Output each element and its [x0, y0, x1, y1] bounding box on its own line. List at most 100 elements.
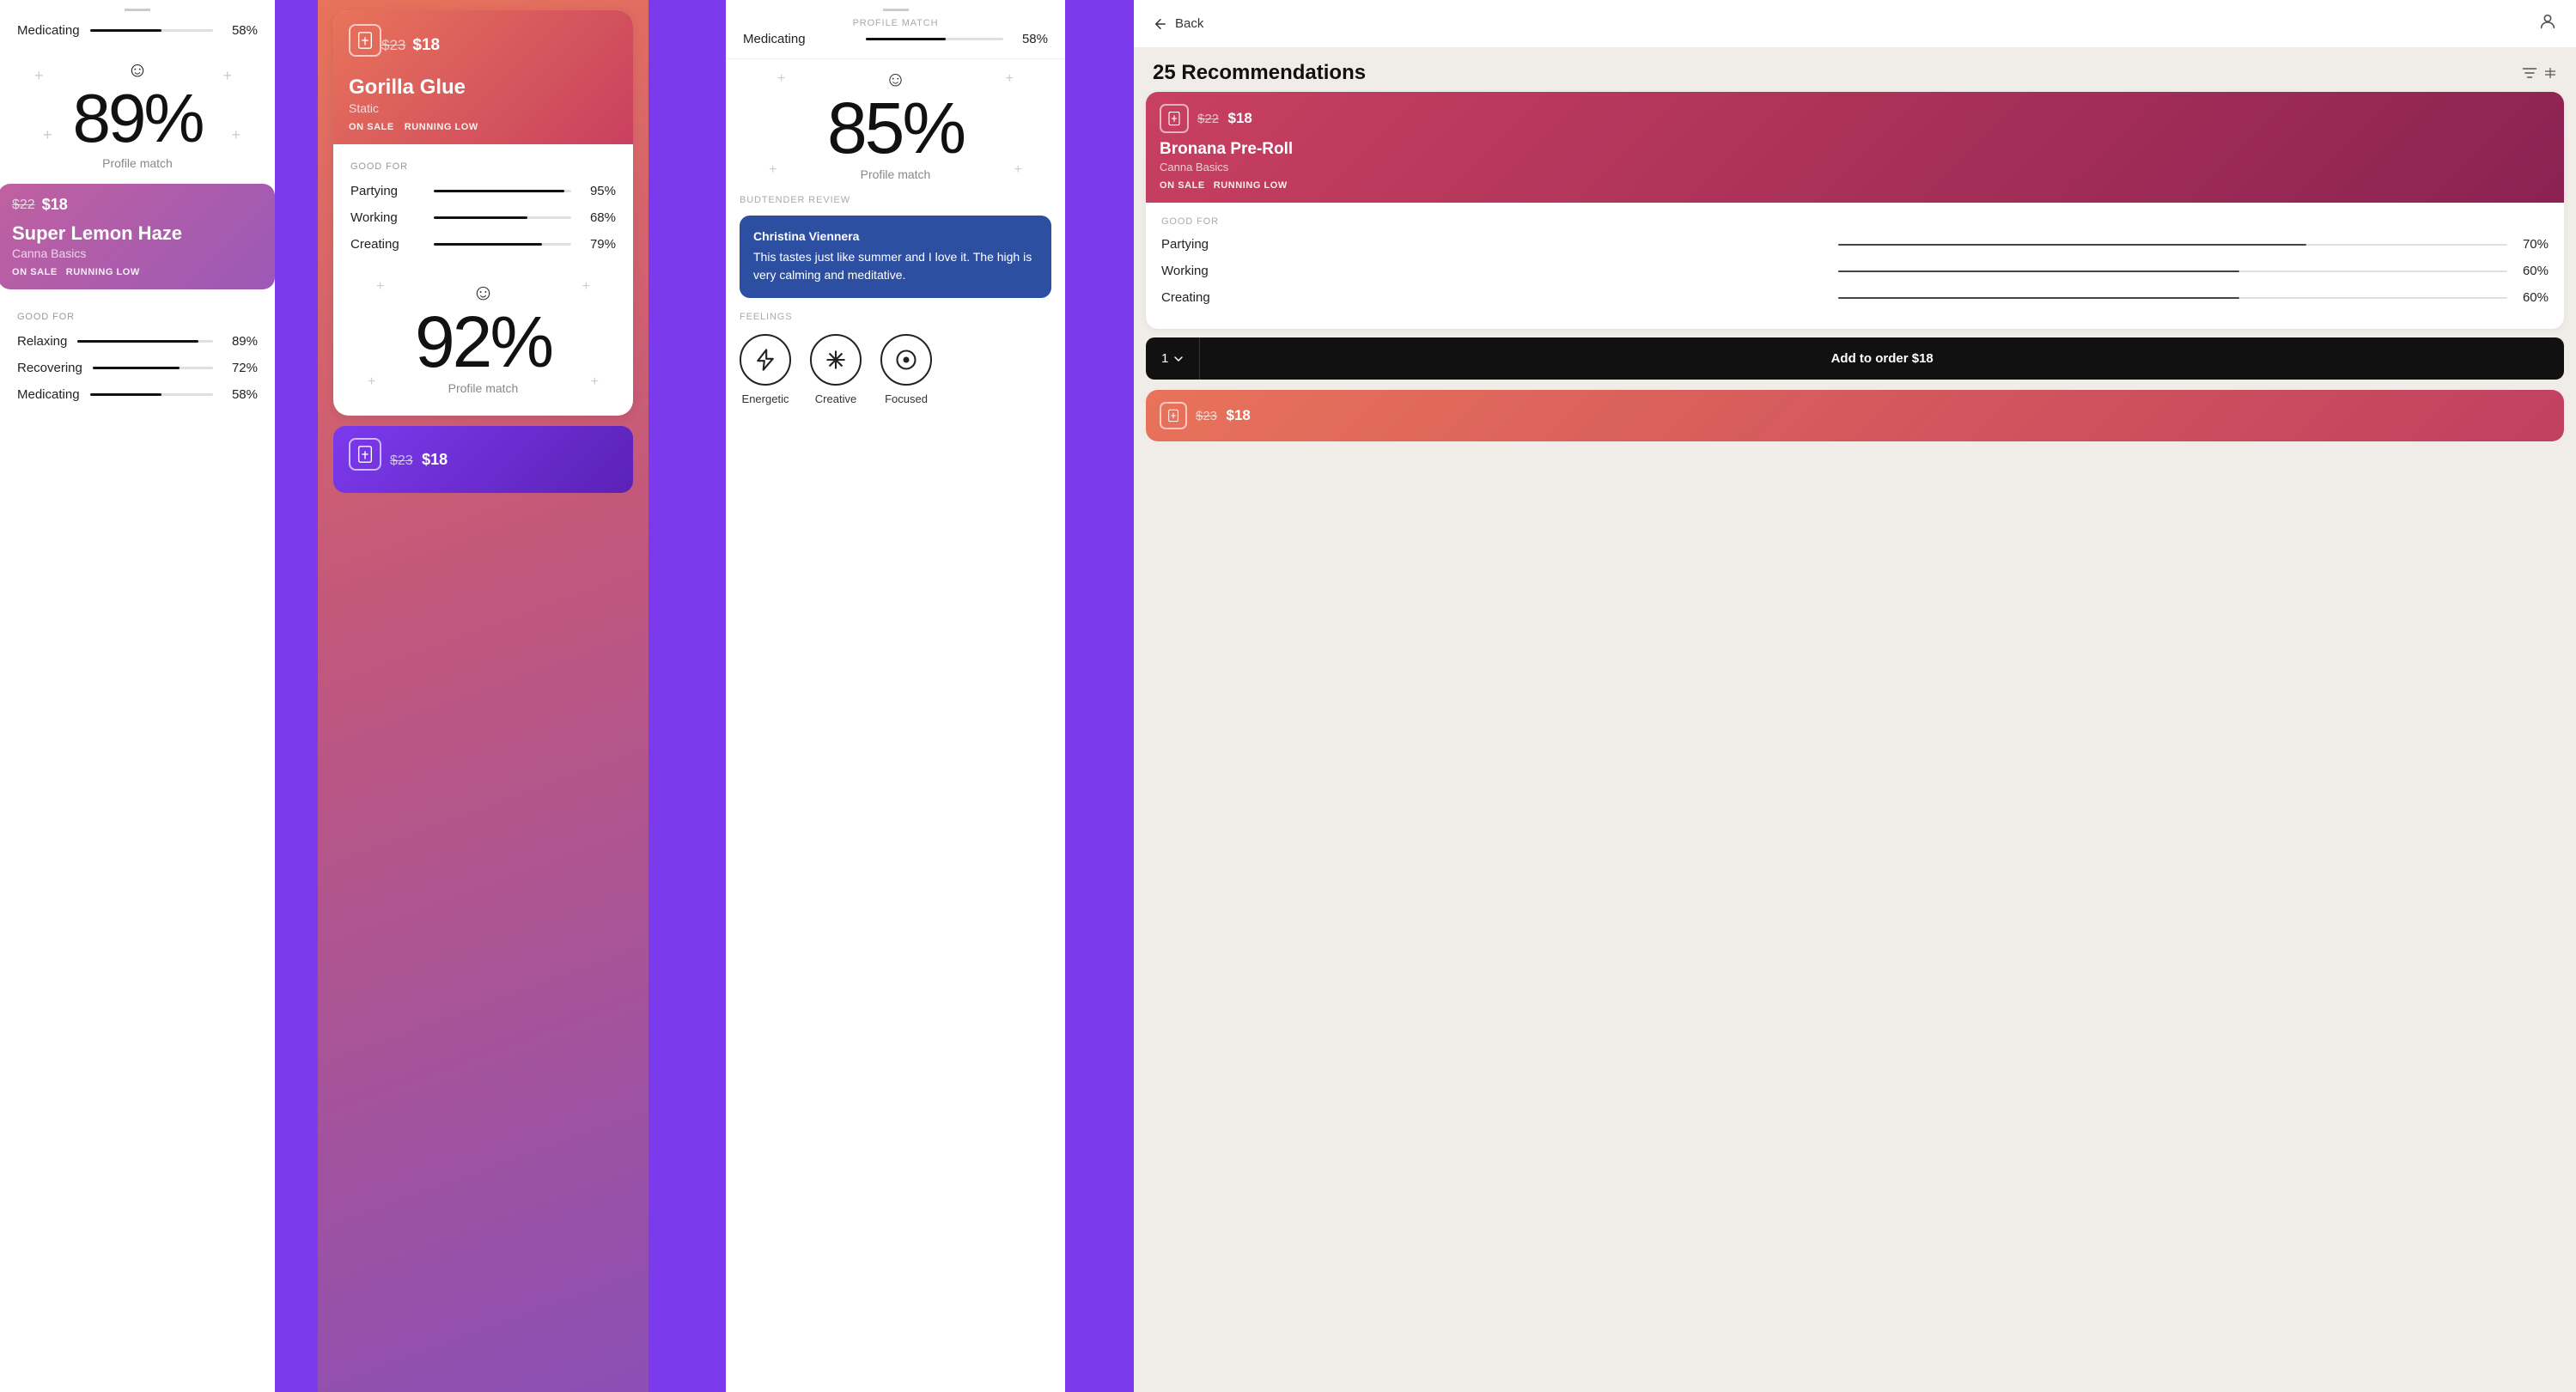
- tags-row-purple: ON SALE RUNNING LOW: [12, 267, 261, 277]
- bronana-stat-partying: Partying 70%: [1161, 237, 2549, 252]
- add-order-btn[interactable]: Add to order $18: [1200, 337, 2564, 380]
- user-svg: [2538, 12, 2557, 31]
- recommendations-row: 25 Recommendations: [1134, 47, 2576, 92]
- bronana-pct-partying: 70%: [2514, 237, 2549, 252]
- price-display: $23 $18: [381, 36, 440, 55]
- gorilla-stat-creating: Creating 79%: [350, 237, 616, 252]
- stat-row-medicating-top: Medicating 58%: [17, 23, 258, 38]
- bronana-fill-working: [1838, 270, 2240, 272]
- col5-budtender-section: BUDTENDER REVIEW Christina Viennera This…: [726, 195, 1065, 298]
- col-center-gradient: $23 $18 Gorilla Glue Static ON SALE RUNN…: [318, 0, 649, 1392]
- gorilla-pct-creating: 79%: [582, 237, 616, 252]
- feelings-label: FEELINGS: [740, 312, 1051, 322]
- focused-icon-circle: [880, 334, 932, 386]
- price-old-purple: $22: [12, 198, 35, 213]
- bronana-card[interactable]: $22 $18 Bronana Pre-Roll Canna Basics ON…: [1146, 92, 2564, 329]
- bronana-brand: Canna Basics: [1160, 161, 2550, 173]
- col5-medicating-bar: [866, 38, 1003, 40]
- back-arrow-icon: [1153, 16, 1168, 32]
- review-box: Christina Viennera This tastes just like…: [740, 216, 1051, 298]
- tag-sale-gorilla: ON SALE: [349, 122, 394, 132]
- bottom-cannabis-svg: [356, 445, 375, 464]
- col5-match-pct: 85%: [726, 92, 1065, 164]
- add-to-order-bar[interactable]: 1 Add to order $18: [1146, 337, 2564, 380]
- bottom-price-new: $18: [422, 451, 448, 468]
- col-purple-band-mid: [649, 0, 726, 1392]
- col-purple-band-left: [275, 0, 318, 1392]
- bottom-price-row: $23 $18: [390, 451, 448, 469]
- product-name-purple: Super Lemon Haze: [12, 222, 261, 245]
- plus1: +: [376, 279, 384, 295]
- stat-row-recovering: Recovering 72%: [17, 361, 258, 375]
- bronana-stat-creating: Creating 60%: [1161, 290, 2549, 305]
- product-name-gorilla: Gorilla Glue: [349, 76, 618, 100]
- detail-header: Back: [1134, 0, 2576, 47]
- product-type-purple: Canna Basics: [12, 246, 261, 260]
- top-divider-col5: [883, 9, 909, 11]
- bottom-detail-prices: $23 $18: [1196, 407, 1251, 424]
- gorilla-bar-fill-partying: [434, 190, 564, 192]
- reviewer-name: Christina Viennera: [753, 229, 1038, 243]
- gorilla-label-working: Working: [350, 210, 423, 225]
- filter-button[interactable]: [2521, 64, 2557, 82]
- feelings-row: Energetic Creative: [740, 334, 1051, 405]
- cannabis-svg: [356, 31, 375, 50]
- stat-pct-medicating-top: 58%: [223, 23, 258, 38]
- bottom-price-old: $23: [390, 453, 413, 468]
- good-for-section-left: GOOD FOR Relaxing 89% Recovering 72% Med…: [0, 298, 275, 428]
- profile-match-left: + + + + ☺ 89% Profile match: [0, 50, 275, 184]
- plus-deco: +: [43, 126, 52, 144]
- review-text: This tastes just like summer and I love …: [753, 248, 1038, 284]
- gorilla-stat-partying: Partying 95%: [350, 184, 616, 198]
- adjust-icon: [2543, 66, 2557, 80]
- bronana-price-row: $22 $18: [1197, 110, 1252, 127]
- stat-bar-fill-medicating-left: [90, 393, 161, 396]
- gorilla-stat-working: Working 68%: [350, 210, 616, 225]
- energetic-icon: [753, 348, 777, 372]
- stat-bar-recovering: [93, 367, 213, 369]
- energetic-icon-circle: [740, 334, 791, 386]
- tag-on-sale-purple: ON SALE: [12, 267, 58, 277]
- plus4: +: [591, 374, 599, 390]
- gorilla-glue-card-header: $23 $18 Gorilla Glue Static ON SALE RUNN…: [333, 10, 633, 144]
- col5-profile-label: Profile match: [743, 18, 1048, 28]
- bronana-fill-partying: [1838, 244, 2307, 246]
- stat-row-relaxing: Relaxing 89%: [17, 334, 258, 349]
- back-button[interactable]: Back: [1153, 16, 1203, 32]
- bottom-detail-price-old: $23: [1196, 409, 1217, 423]
- feeling-creative: Creative: [810, 334, 862, 405]
- gorilla-pct-working: 68%: [582, 210, 616, 225]
- good-for-label-left: GOOD FOR: [17, 312, 258, 322]
- col-detail-panel: Back 25 Recommendations: [1134, 0, 2576, 1392]
- gorilla-label-creating: Creating: [350, 237, 423, 252]
- plus-deco: +: [34, 67, 44, 85]
- focused-icon: [894, 348, 918, 372]
- qty-selector[interactable]: 1: [1146, 337, 1200, 380]
- tags-gorilla: ON SALE RUNNING LOW: [349, 122, 618, 132]
- gorilla-bar-fill-creating: [434, 243, 542, 246]
- price-new-gorilla: $18: [412, 36, 440, 55]
- bronana-price-new: $18: [1227, 110, 1251, 126]
- gorilla-bar-partying: [434, 190, 571, 192]
- bronana-price-old: $22: [1197, 112, 1219, 126]
- price-row-purple: $22 $18: [12, 196, 261, 214]
- creative-icon: [824, 348, 848, 372]
- bottom-detail-icon: [1160, 402, 1187, 429]
- stat-bar-fill-recovering: [93, 367, 180, 369]
- bronana-label-working: Working: [1161, 264, 1831, 278]
- gorilla-glue-card[interactable]: $23 $18 Gorilla Glue Static ON SALE RUNN…: [333, 10, 633, 416]
- stat-bar-medicating-left: [90, 393, 213, 396]
- bronana-bar-creating: [1838, 297, 2508, 299]
- bronana-pct-creating: 60%: [2514, 290, 2549, 305]
- feeling-energetic: Energetic: [740, 334, 791, 405]
- price-old-gorilla: $23: [381, 37, 405, 54]
- bronana-tags: ON SALE RUNNING LOW: [1160, 180, 2550, 191]
- bronana-tag-sale: ON SALE: [1160, 180, 1205, 191]
- bronana-pct-working: 60%: [2514, 264, 2549, 278]
- col-left-partial: Medicating 58% + + + + ☺ 89% Profile mat…: [0, 0, 275, 1392]
- user-icon[interactable]: [2538, 12, 2557, 35]
- col5-profile-match-section: + + + + ☺ 85% Profile match: [726, 59, 1065, 195]
- bronana-header: $22 $18 Bronana Pre-Roll Canna Basics ON…: [1146, 92, 2564, 203]
- bronana-label-creating: Creating: [1161, 290, 1831, 305]
- stat-pct-recovering: 72%: [223, 361, 258, 375]
